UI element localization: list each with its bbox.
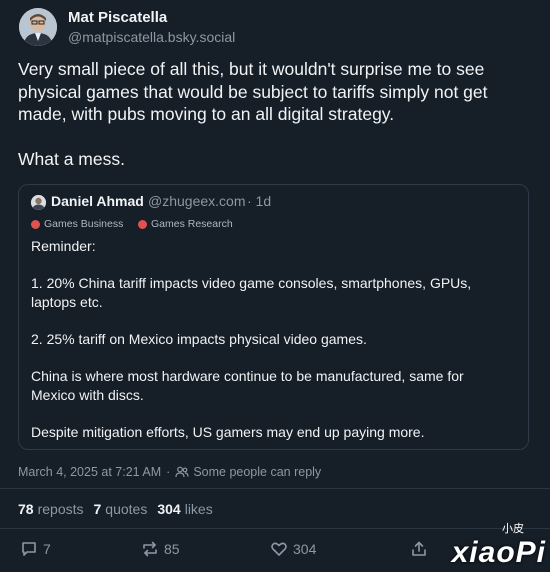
share-icon <box>410 540 428 558</box>
divider <box>0 488 550 489</box>
post-timestamp: March 4, 2025 at 7:21 AM <box>18 465 162 479</box>
tag-label: Games Business <box>44 218 124 230</box>
label-dot-icon <box>138 219 147 229</box>
share-button[interactable] <box>410 540 428 558</box>
post-card: Mat Piscatella @matpiscatella.bsky.socia… <box>0 0 550 572</box>
quote-text: Reminder: 1. 20% China tariff impacts vi… <box>31 238 472 440</box>
quote-timestamp: · 1d <box>247 193 272 209</box>
quote-author-handle: @zhugeex.com <box>148 193 246 209</box>
reposts-stat[interactable]: 78 reposts <box>18 501 84 517</box>
tag-label: Games Research <box>151 218 233 230</box>
meta-separator: · <box>166 465 171 479</box>
repost-icon <box>141 540 159 558</box>
quote-author-avatar <box>31 195 46 210</box>
watermark-logo: xiaoPi <box>451 536 546 569</box>
quote-author-name: Daniel Ahmad <box>51 193 144 209</box>
reply-setting[interactable]: Some people can reply <box>193 465 321 479</box>
like-count: 304 <box>293 541 317 557</box>
author-name[interactable]: Mat Piscatella <box>68 9 167 26</box>
quotes-stat[interactable]: 7 quotes <box>94 501 148 517</box>
repost-count: 85 <box>164 541 180 557</box>
label-dot-icon <box>31 219 40 229</box>
likes-stat[interactable]: 304 likes <box>157 501 212 517</box>
reply-count: 7 <box>43 541 51 557</box>
heart-icon <box>270 540 288 558</box>
reply-button[interactable]: 7 <box>20 540 51 558</box>
author-handle[interactable]: @matpiscatella.bsky.social <box>68 29 235 45</box>
watermark-small: 小皮 <box>502 523 524 535</box>
reply-icon <box>20 540 38 558</box>
author-avatar[interactable] <box>19 8 57 46</box>
people-icon <box>175 466 189 478</box>
post-text: Very small piece of all this, but it wou… <box>18 59 488 169</box>
repost-button[interactable]: 85 <box>141 540 180 558</box>
tag-games-research[interactable]: Games Research <box>138 218 233 230</box>
quote-card[interactable]: Daniel Ahmad @zhugeex.com · 1d Games Bus… <box>18 184 529 450</box>
post-stats: 78 reposts 7 quotes 304 likes <box>18 501 213 517</box>
tag-games-business[interactable]: Games Business <box>31 218 123 230</box>
divider <box>0 528 550 529</box>
post-meta: March 4, 2025 at 7:21 AM · Some people c… <box>18 465 321 479</box>
like-button[interactable]: 304 <box>270 540 316 558</box>
